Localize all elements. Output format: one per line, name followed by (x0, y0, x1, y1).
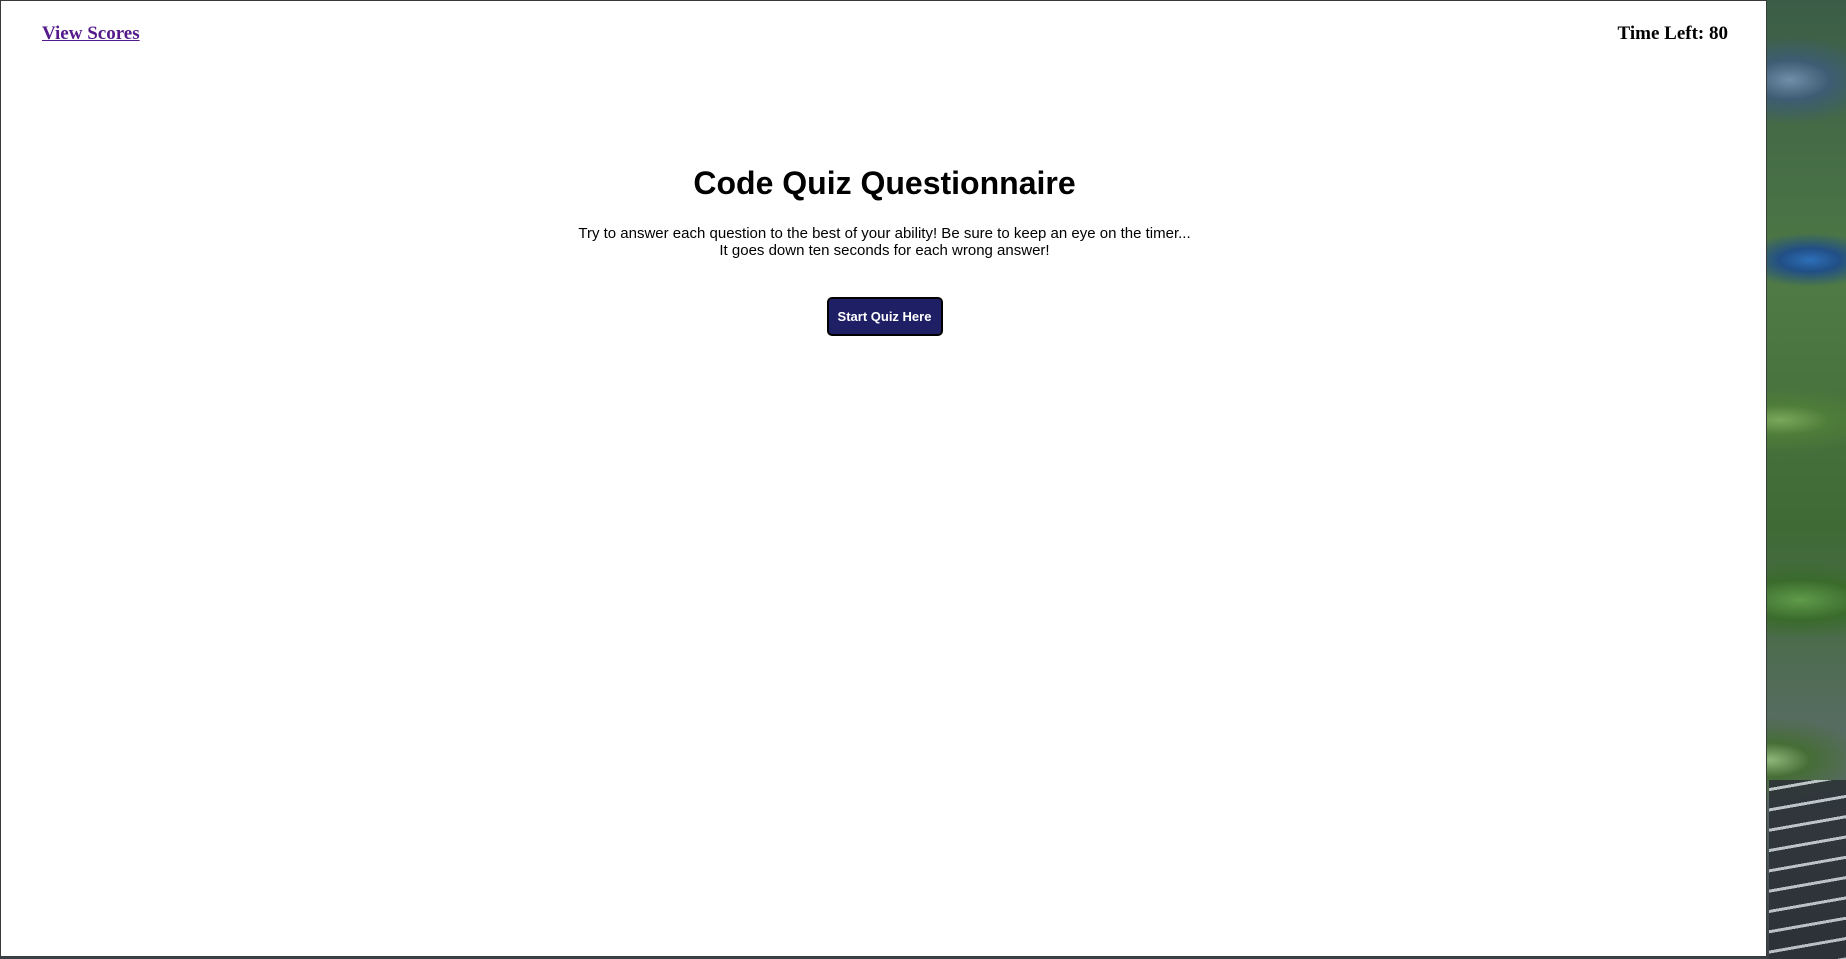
browser-page: View Scores Time Left: 80 Code Quiz Ques… (0, 0, 1767, 957)
start-quiz-button[interactable]: Start Quiz Here (826, 297, 943, 336)
description-line-2: It goes down ten seconds for each wrong … (719, 242, 1050, 259)
view-scores-link[interactable]: View Scores (42, 23, 140, 45)
quiz-description: Try to answer each question to the best … (1, 225, 1768, 259)
description-line-1: Try to answer each question to the best … (578, 225, 1191, 242)
quiz-intro: Code Quiz Questionnaire Try to answer ea… (1, 161, 1768, 336)
desktop-wallpaper-detail (1769, 780, 1846, 959)
timer-display: Time Left: 80 (1617, 23, 1728, 44)
page-title: Code Quiz Questionnaire (693, 165, 1076, 201)
